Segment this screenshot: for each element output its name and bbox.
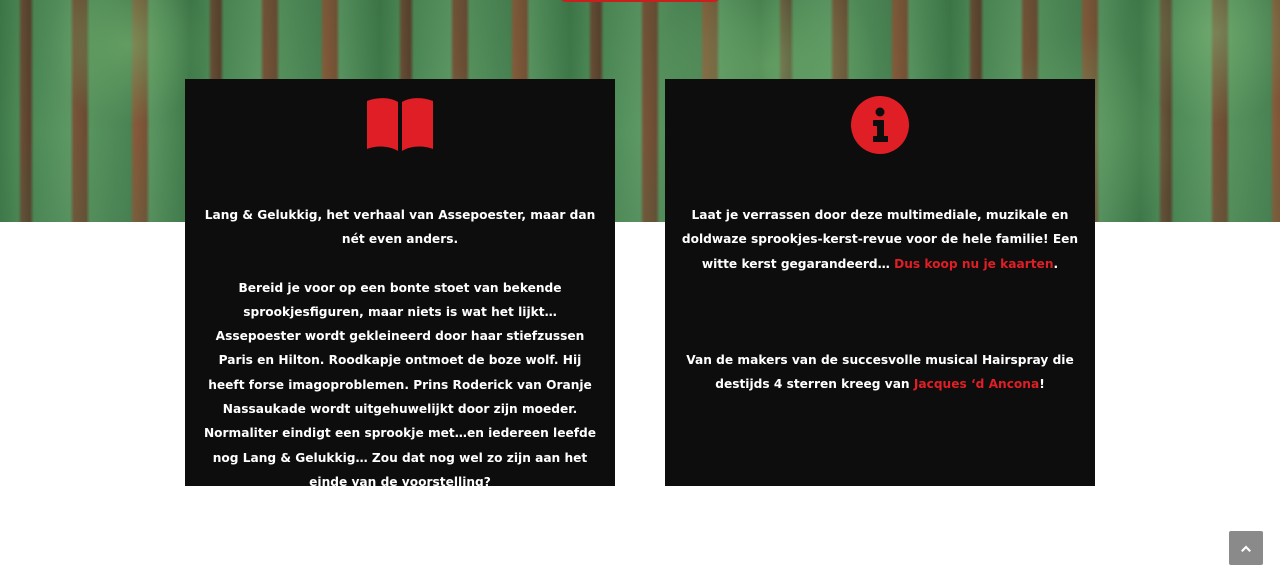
chevron-up-icon: [1241, 545, 1251, 552]
book-open-icon: [367, 98, 433, 151]
story-intro: Lang & Gelukkig, het verhaal van Assepoe…: [204, 208, 596, 247]
buy-tickets-link[interactable]: Dus koop nu je kaarten: [894, 257, 1053, 271]
info-intro: Laat je verrassen door deze multimediale…: [679, 203, 1081, 276]
info-makers-end: !: [1039, 377, 1045, 392]
info-makers: Van de makers van de succesvolle musical…: [679, 348, 1081, 397]
info-intro-end: .: [1053, 256, 1059, 271]
info-circle-icon: [851, 96, 909, 154]
info-card: Laat je verrassen door deze multimediale…: [665, 79, 1095, 486]
story-card: Lang & Gelukkig, het verhaal van Assepoe…: [185, 79, 615, 489]
hero-button-edge[interactable]: [560, 0, 720, 2]
scroll-to-top-button[interactable]: [1229, 531, 1263, 565]
review-author-link[interactable]: Jacques ‘d Ancona: [914, 377, 1039, 391]
story-body: Bereid je voor op een bonte stoet van be…: [203, 280, 597, 489]
